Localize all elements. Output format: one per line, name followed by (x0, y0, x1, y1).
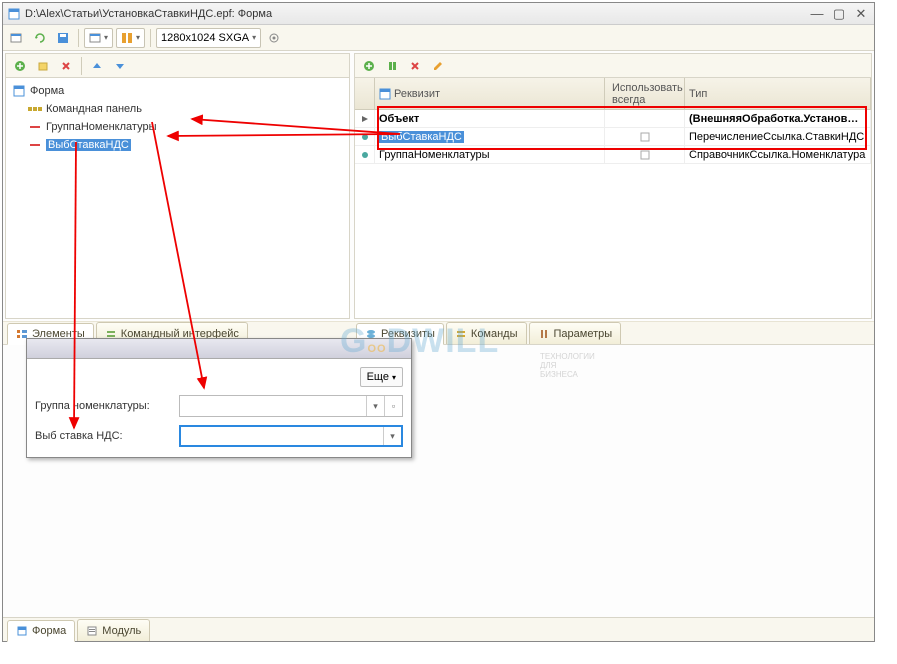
attributes-header: Реквизит Использовать всегда Тип (355, 78, 871, 110)
tab-module[interactable]: Модуль (77, 619, 150, 641)
attributes-grid: Объект (ВнешняяОбработка.Установ… ВыбСта… (355, 110, 871, 164)
test-button[interactable] (7, 28, 27, 48)
more-button[interactable]: Еще▾ (360, 367, 403, 387)
dropdown-icon[interactable]: ▾ (383, 427, 401, 445)
tree-item-group-nomenclature[interactable]: ГруппаНоменклатуры (28, 118, 343, 136)
dropdown-icon[interactable]: ▾ (366, 396, 384, 416)
save-button[interactable] (53, 28, 73, 48)
tree-label: ГруппаНоменклатуры (46, 121, 156, 133)
tab-label: Модуль (102, 625, 141, 637)
elements-tree: Форма Командная панель ГруппаНоменклатур… (6, 78, 349, 158)
layout-dropdown[interactable]: ▾ (116, 28, 145, 48)
right-tabs: Реквизиты Команды Параметры (352, 321, 874, 345)
field-icon (28, 139, 42, 151)
move-down-button[interactable] (110, 56, 130, 76)
header-use-always[interactable]: Использовать всегда (605, 78, 685, 109)
tab-commands[interactable]: Команды (446, 322, 527, 344)
field-icon (28, 121, 42, 133)
field-label: Группа номенклатуры: (35, 400, 175, 412)
field-label: Выб ставка НДС: (35, 430, 175, 442)
close-button[interactable]: ✕ (852, 6, 870, 22)
toolbar-icon (28, 103, 42, 115)
attributes-toolbar (355, 54, 871, 78)
form-preview: Еще▾ Группа номенклатуры: ▾▫ Выб ставка … (26, 338, 412, 458)
attributes-panel: Реквизит Использовать всегда Тип Объект … (354, 53, 872, 319)
elements-panel: Форма Командная панель ГруппаНоменклатур… (5, 53, 350, 319)
tab-label: Команды (471, 328, 518, 340)
tab-label: Параметры (554, 328, 613, 340)
more-label: Еще (367, 371, 389, 383)
tree-root[interactable]: Форма (12, 82, 343, 100)
form-icon (7, 7, 21, 21)
header-attribute[interactable]: Реквизит (375, 78, 605, 109)
maximize-button[interactable]: ▢ (830, 6, 848, 22)
cell-type: СправочникСсылка.Номенклатура (685, 146, 871, 163)
window-title: D:\Alex\Статьи\УстановкаСтавкиНДС.epf: Ф… (25, 8, 808, 20)
field-vyb-stavka-nds: Выб ставка НДС: ▾ (35, 425, 403, 447)
main-toolbar: ▾ ▾ 1280x1024 SXGA▾ (3, 25, 874, 51)
config-button[interactable] (264, 28, 284, 48)
tree-item-vyb-stavka-nds[interactable]: ВыбСтавкаНДС (28, 136, 343, 154)
cell-type: ПеречислениеСсылка.СтавкиНДС (685, 128, 871, 145)
grid-row-group-nom[interactable]: ГруппаНоменклатуры СправочникСсылка.Номе… (355, 146, 871, 164)
open-icon[interactable]: ▫ (384, 396, 402, 416)
cell-name: ГруппаНоменклатуры (375, 146, 605, 163)
group-nomenclature-input[interactable]: ▾▫ (179, 395, 403, 417)
grid-row-object[interactable]: Объект (ВнешняяОбработка.Установ… (355, 110, 871, 128)
tree-label: Командная панель (46, 103, 142, 115)
tab-parameters[interactable]: Параметры (529, 322, 622, 344)
view-dropdown[interactable]: ▾ (84, 28, 113, 48)
resolution-label: 1280x1024 SXGA (161, 32, 249, 44)
elements-toolbar (6, 54, 349, 78)
grid-row-vyb-stavka[interactable]: ВыбСтавкаНДС ПеречислениеСсылка.СтавкиНД… (355, 128, 871, 146)
tree-label-selected: ВыбСтавкаНДС (46, 139, 131, 151)
minimize-button[interactable]: — (808, 6, 826, 22)
bottom-tabs: Форма Модуль (3, 617, 874, 641)
add-attr-col-button[interactable] (382, 56, 402, 76)
cell-name-selected: ВыбСтавкаНДС (379, 131, 464, 143)
preview-titlebar (27, 339, 411, 359)
tree-root-label: Форма (30, 85, 64, 97)
tree-item-command-panel[interactable]: Командная панель (28, 100, 343, 118)
cell-type: (ВнешняяОбработка.Установ… (685, 110, 871, 127)
field-group-nomenclature: Группа номенклатуры: ▾▫ (35, 395, 403, 417)
titlebar: D:\Alex\Статьи\УстановкаСтавкиНДС.epf: Ф… (3, 3, 874, 25)
delete-attr-button[interactable] (405, 56, 425, 76)
add-attr-button[interactable] (359, 56, 379, 76)
add-element-button[interactable] (10, 56, 30, 76)
add-group-button[interactable] (33, 56, 53, 76)
vyb-stavka-nds-input[interactable]: ▾ (179, 425, 403, 447)
tab-label: Форма (32, 625, 66, 637)
sync-button[interactable] (30, 28, 50, 48)
edit-attr-button[interactable] (428, 56, 448, 76)
delete-element-button[interactable] (56, 56, 76, 76)
tab-form[interactable]: Форма (7, 620, 75, 642)
resolution-dropdown[interactable]: 1280x1024 SXGA▾ (156, 28, 261, 48)
move-up-button[interactable] (87, 56, 107, 76)
form-icon (12, 85, 26, 97)
cell-name: Объект (375, 110, 605, 127)
header-type[interactable]: Тип (685, 78, 871, 109)
